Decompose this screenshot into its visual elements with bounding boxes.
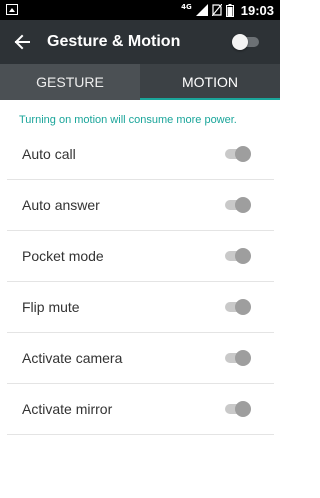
setting-row-auto-answer[interactable]: Auto answer (7, 180, 274, 231)
battery-icon (225, 3, 234, 17)
setting-label: Auto call (22, 146, 76, 162)
setting-row-pocket-mode[interactable]: Pocket mode (7, 231, 274, 282)
toggle-thumb (235, 248, 251, 264)
power-warning-text: Turning on motion will consume more powe… (19, 114, 237, 126)
master-motion-toggle[interactable] (232, 34, 260, 50)
toggle-thumb (235, 197, 251, 213)
setting-row-activate-camera[interactable]: Activate camera (7, 333, 274, 384)
toggle-thumb (235, 299, 251, 315)
status-icons: 4G 19:03 (181, 0, 274, 20)
setting-label: Activate mirror (22, 401, 113, 417)
status-bar: 4G 19:03 (0, 0, 280, 20)
no-sim-icon (211, 4, 222, 16)
back-arrow-icon (14, 34, 30, 50)
auto-call-toggle[interactable] (225, 146, 251, 162)
setting-label: Activate camera (22, 350, 123, 366)
network-type-label: 4G (181, 3, 192, 11)
tab-bar: GESTURE MOTION (0, 64, 280, 100)
pocket-mode-toggle[interactable] (225, 248, 251, 264)
setting-row-auto-call[interactable]: Auto call (7, 129, 274, 180)
activate-mirror-toggle[interactable] (225, 401, 251, 417)
auto-answer-toggle[interactable] (225, 197, 251, 213)
signal-icon (195, 4, 208, 16)
setting-label: Auto answer (22, 197, 100, 213)
image-notification-icon (6, 4, 18, 15)
toggle-thumb (235, 350, 251, 366)
tab-gesture[interactable]: GESTURE (0, 64, 140, 100)
back-button[interactable] (10, 30, 34, 54)
setting-label: Flip mute (22, 299, 80, 315)
tab-motion[interactable]: MOTION (140, 64, 280, 100)
activate-camera-toggle[interactable] (225, 350, 251, 366)
master-toggle-thumb (232, 34, 248, 50)
toggle-thumb (235, 146, 251, 162)
setting-row-flip-mute[interactable]: Flip mute (7, 282, 274, 333)
status-clock: 19:03 (240, 2, 274, 18)
page-title: Gesture & Motion (47, 33, 181, 50)
app-bar: Gesture & Motion (0, 20, 280, 64)
setting-row-activate-mirror[interactable]: Activate mirror (7, 384, 274, 435)
motion-settings-list: Auto call Auto answer Pocket mode Flip m… (7, 129, 274, 435)
setting-label: Pocket mode (22, 248, 104, 264)
toggle-thumb (235, 401, 251, 417)
flip-mute-toggle[interactable] (225, 299, 251, 315)
